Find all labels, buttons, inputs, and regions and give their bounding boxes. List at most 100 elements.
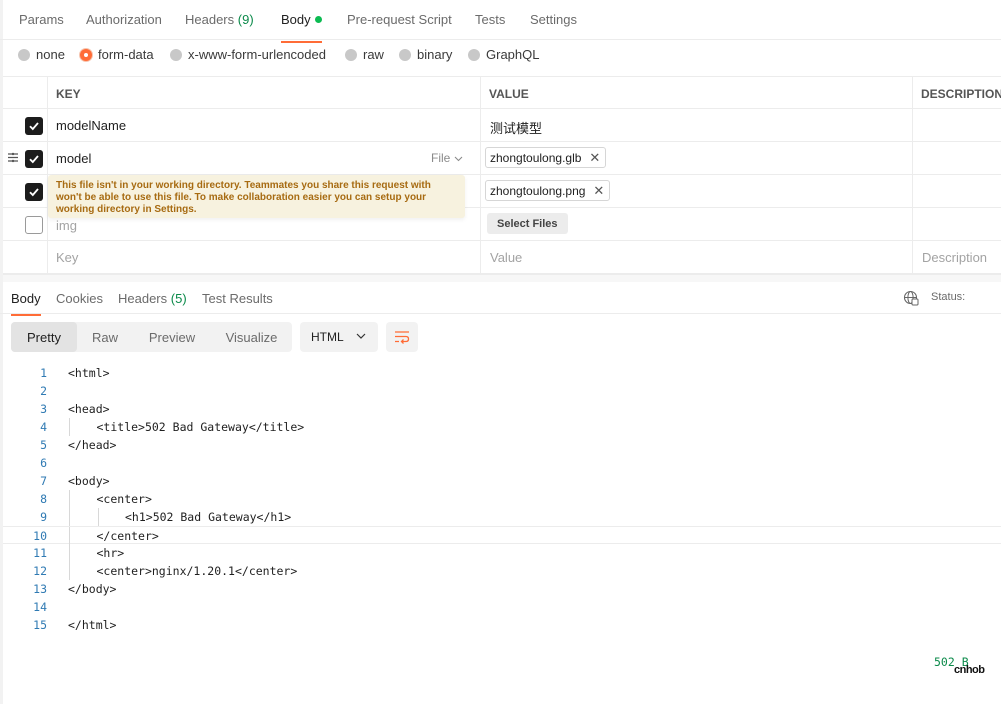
drag-handle-icon[interactable] (7, 152, 19, 163)
response-tab-headers[interactable]: Headers (5) (118, 291, 187, 306)
language-label: HTML (311, 330, 344, 344)
remove-file-icon[interactable]: ✕ (589, 150, 600, 166)
code-text: <h1>502 Bad Gateway</h1> (125, 510, 292, 524)
line-number: 13 (33, 582, 47, 596)
tab-authorization[interactable]: Authorization (86, 12, 162, 27)
table-row-new: Key Value Description (3, 241, 1001, 274)
tab-label: Headers (185, 12, 235, 27)
line-number: 4 (40, 420, 47, 434)
value-field[interactable]: 测试模型 (490, 118, 542, 137)
tab-settings[interactable]: Settings (530, 12, 577, 27)
tab-params[interactable]: Params (19, 12, 64, 27)
column-divider (480, 175, 481, 208)
code-text: <hr> (96, 546, 125, 560)
line-number: 12 (33, 564, 47, 578)
radio-circle (18, 49, 30, 61)
radio-circle (345, 49, 357, 61)
view-raw-button[interactable]: Raw (77, 322, 133, 352)
tab-label: Headers (118, 291, 168, 306)
indent-guide (69, 508, 70, 526)
response-tab-body[interactable]: Body (11, 291, 41, 316)
view-visualize-button[interactable]: Visualize (211, 322, 292, 352)
wrap-lines-icon (395, 331, 410, 344)
code-line: 14 (3, 598, 1001, 616)
request-tabs: Params Authorization Headers (9) Body Pr… (0, 0, 1001, 43)
code-line: 6 (3, 454, 1001, 472)
line-number: 15 (33, 618, 47, 632)
response-tab-cookies[interactable]: Cookies (56, 291, 103, 306)
headers-count: (9) (237, 12, 254, 27)
radio-form-data[interactable]: form-data (80, 47, 154, 62)
radio-binary[interactable]: binary (399, 47, 452, 62)
column-divider (47, 77, 48, 110)
code-text: <title>502 Bad Gateway</title> (96, 420, 305, 434)
key-field[interactable]: img (56, 218, 77, 233)
language-select[interactable]: HTML (300, 322, 378, 352)
line-number: 1 (40, 366, 47, 380)
tab-tests[interactable]: Tests (475, 12, 505, 27)
response-tab-test-results[interactable]: Test Results (202, 291, 273, 306)
tab-label: Authorization (86, 12, 162, 27)
column-divider (47, 241, 48, 274)
check-icon (29, 122, 39, 131)
code-line: 5 </head> (3, 436, 1001, 454)
code-line: 9 <h1>502 Bad Gateway</h1> (3, 508, 1001, 526)
line-number: 14 (33, 600, 47, 614)
row-checkbox[interactable] (25, 150, 43, 168)
description-placeholder[interactable]: Description (922, 250, 987, 265)
line-number: 8 (40, 492, 47, 506)
view-preview-button[interactable]: Preview (135, 322, 209, 352)
code-text: </center> (96, 529, 159, 543)
headers-count: (5) (170, 291, 187, 306)
view-mode-group: Pretty Raw Preview Visualize (11, 322, 292, 352)
select-files-button[interactable]: Select Files (487, 213, 568, 234)
globe-icon[interactable] (903, 290, 919, 306)
code-line: 12 <center>nginx/1.20.1</center> (3, 562, 1001, 580)
line-number: 2 (40, 384, 47, 398)
code-line: 13 </body> (3, 580, 1001, 598)
column-header-value: VALUE (489, 86, 529, 101)
code-text: <body> (68, 474, 110, 488)
radio-graphql[interactable]: GraphQL (468, 47, 539, 62)
file-chip: zhongtoulong.glb ✕ (485, 147, 607, 168)
column-divider (912, 175, 913, 208)
view-pretty-button[interactable]: Pretty (11, 322, 77, 352)
tab-label: Pre-request Script (347, 12, 452, 27)
line-number: 5 (40, 438, 47, 452)
file-name: zhongtoulong.png (490, 183, 586, 198)
code-line: 1 <html> (3, 364, 1001, 382)
line-number: 7 (40, 474, 47, 488)
line-number: 9 (40, 510, 47, 524)
tab-headers[interactable]: Headers (9) (185, 12, 254, 27)
column-header-description: DESCRIPTION (921, 86, 1001, 101)
tab-label: Params (19, 12, 64, 27)
row-checkbox[interactable] (25, 216, 43, 234)
tab-pre-request-script[interactable]: Pre-request Script (347, 12, 452, 27)
indent-guide (69, 527, 70, 545)
radio-none[interactable]: none (18, 47, 65, 62)
key-field[interactable]: model (56, 151, 91, 166)
row-checkbox[interactable] (25, 183, 43, 201)
indent-guide (69, 418, 70, 436)
type-select[interactable]: File (431, 151, 463, 165)
chevron-down-icon (356, 333, 366, 339)
radio-x-www-form-urlencoded[interactable]: x-www-form-urlencoded (170, 47, 326, 62)
column-divider (912, 208, 913, 241)
radio-raw[interactable]: raw (345, 47, 384, 62)
line-number: 3 (40, 402, 47, 416)
section-divider (3, 274, 1001, 282)
remove-file-icon[interactable]: ✕ (593, 183, 604, 199)
row-checkbox[interactable] (25, 117, 43, 135)
radio-label: raw (363, 47, 384, 62)
tab-body[interactable]: Body (281, 12, 322, 43)
type-select-label: File (431, 151, 451, 165)
code-line: 8 <center> (3, 490, 1001, 508)
wrap-lines-button[interactable] (386, 322, 418, 352)
code-text: <head> (68, 402, 110, 416)
value-placeholder[interactable]: Value (490, 250, 522, 265)
key-placeholder[interactable]: Key (56, 250, 78, 265)
key-field[interactable]: modelName (56, 118, 126, 133)
code-text: </html> (68, 618, 117, 632)
column-divider (912, 109, 913, 142)
status-label: Status: (931, 291, 966, 303)
